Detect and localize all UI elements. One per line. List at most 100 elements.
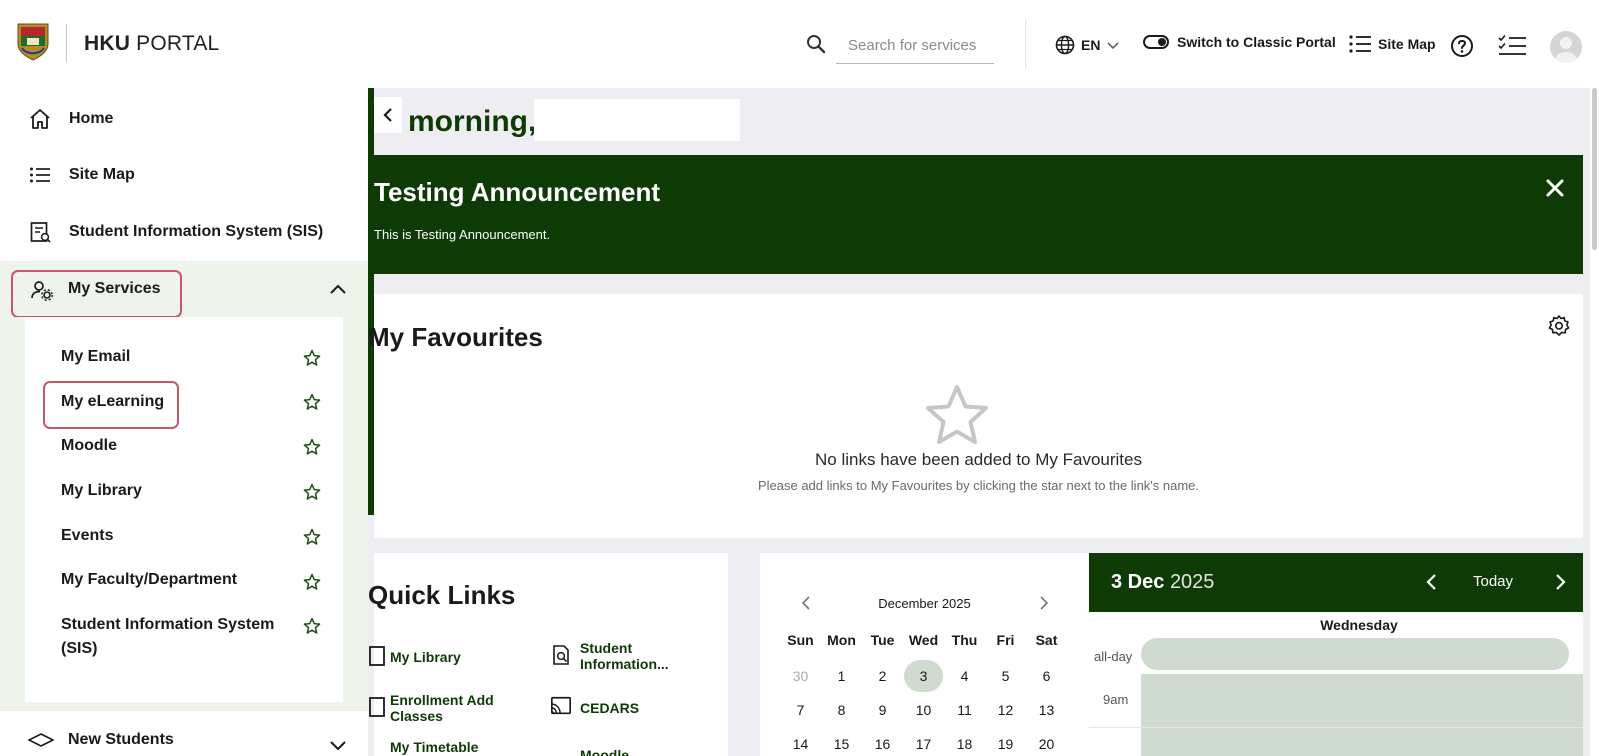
calendar-week: 14 15 16 17 18 19 20 <box>780 727 1070 756</box>
star-icon[interactable] <box>303 483 321 501</box>
close-icon[interactable] <box>1544 177 1566 199</box>
list-icon <box>30 167 50 183</box>
switch-classic-portal[interactable]: Switch to Classic Portal <box>1143 34 1336 50</box>
chevron-up-icon[interactable] <box>328 280 348 300</box>
star-icon[interactable] <box>303 393 321 411</box>
chevron-right-icon[interactable] <box>1551 573 1569 591</box>
header-divider <box>1025 20 1026 68</box>
calendar-day[interactable]: 11 <box>944 702 985 718</box>
calendar-day[interactable]: 13 <box>1026 702 1067 718</box>
calendar-week: 7 8 9 10 11 12 13 <box>780 693 1070 727</box>
portal-brand[interactable]: HKU PORTAL <box>84 32 219 56</box>
calendar-day[interactable]: 10 <box>903 702 944 718</box>
calendar-day[interactable]: 15 <box>821 736 862 752</box>
favourites-empty-title: No links have been added to My Favourite… <box>815 450 1142 469</box>
all-day-slot[interactable] <box>1141 638 1569 670</box>
sidebar-item-home[interactable]: Home <box>0 91 368 147</box>
calendar-day[interactable]: 17 <box>903 736 944 752</box>
user-gear-icon <box>31 281 53 301</box>
weekday-label: Fri <box>996 632 1015 648</box>
time-slot[interactable] <box>1141 674 1583 756</box>
star-icon[interactable] <box>303 617 321 635</box>
quick-link-student-information[interactable]: Student Information... <box>580 640 700 672</box>
logo-divider <box>66 24 67 62</box>
star-icon[interactable] <box>303 349 321 367</box>
calendar-day[interactable]: 4 <box>944 668 985 684</box>
calendar-day[interactable]: 8 <box>821 702 862 718</box>
sidebar-item-new-students[interactable]: New Students <box>0 710 368 756</box>
help-icon[interactable] <box>1450 34 1474 58</box>
today-button[interactable]: Today <box>1473 573 1513 590</box>
calendar-day[interactable]: 20 <box>1026 736 1067 752</box>
submenu-item-moodle[interactable]: Moodle <box>61 434 281 458</box>
checklist-icon[interactable] <box>1497 34 1527 58</box>
search-icon[interactable] <box>806 34 826 54</box>
all-day-label: all-day <box>1094 649 1133 664</box>
quick-link-moodle[interactable]: Moodle <box>580 747 629 756</box>
collapse-sidebar-button[interactable] <box>374 97 402 133</box>
sidebar-item-site-map[interactable]: Site Map <box>0 147 368 203</box>
calendar-day[interactable]: 9 <box>862 702 903 718</box>
submenu-item-my-email[interactable]: My Email <box>61 345 281 369</box>
gear-icon[interactable] <box>1547 314 1571 338</box>
calendar-day[interactable]: 6 <box>1026 668 1067 684</box>
language-selector[interactable]: EN <box>1055 34 1120 56</box>
page-scrollbar[interactable] <box>1590 88 1599 756</box>
weekday-label: Sat <box>1035 632 1058 648</box>
header-site-map[interactable]: Site Map <box>1348 34 1436 54</box>
toggle-icon[interactable] <box>1143 35 1169 49</box>
scrollbar-thumb[interactable] <box>1592 88 1597 250</box>
chevron-down-icon[interactable] <box>328 735 348 755</box>
chevron-left-icon[interactable] <box>1423 573 1441 591</box>
quick-link-my-library[interactable]: My Library <box>390 649 461 665</box>
document-icon <box>30 222 51 243</box>
favourites-panel: My Favourites No links have been added t… <box>368 294 1583 538</box>
top-header: HKU PORTAL EN Switch to Classic Portal S… <box>0 0 1599 88</box>
day-view-header: 3 Dec 2025 Today <box>1089 553 1583 612</box>
search-input[interactable] <box>836 28 994 64</box>
sitemap-label: Site Map <box>1378 36 1436 52</box>
chevron-down-icon <box>1107 42 1120 50</box>
sidebar-item-sis[interactable]: Student Information System (SIS) <box>0 204 368 260</box>
calendar-day[interactable]: 2 <box>862 668 903 684</box>
calendar-day[interactable]: 16 <box>862 736 903 752</box>
calendar-day[interactable]: 7 <box>780 702 821 718</box>
submenu-item-events[interactable]: Events <box>61 524 281 548</box>
calendar-day[interactable]: 18 <box>944 736 985 752</box>
weekday-label: Mon <box>827 632 856 648</box>
submenu-item-my-elearning[interactable]: My eLearning <box>61 390 281 414</box>
quick-link-enrollment[interactable]: Enrollment Add Classes <box>390 692 530 724</box>
weekday-label: Sun <box>787 632 814 648</box>
calendar-day[interactable]: 19 <box>985 736 1026 752</box>
quick-link-cedars[interactable]: CEDARS <box>580 700 639 716</box>
calendar-day[interactable]: 12 <box>985 702 1026 718</box>
calendar-day[interactable]: 1 <box>821 668 862 684</box>
cast-icon <box>551 696 571 715</box>
calendar-day[interactable]: 30 <box>780 668 821 684</box>
hku-logo-icon[interactable] <box>16 22 50 62</box>
calendar-week: 30 1 2 3 4 5 6 <box>780 659 1070 693</box>
sidebar-item-my-services[interactable]: My Services <box>0 261 368 318</box>
calendar-day-selected[interactable]: 3 <box>903 660 944 692</box>
favourites-empty-hint: Please add links to My Favourites by cli… <box>757 478 1200 493</box>
announcement-banner: Testing Announcement This is Testing Ann… <box>374 155 1583 274</box>
submenu-item-my-library[interactable]: My Library <box>61 479 281 503</box>
star-icon[interactable] <box>303 528 321 546</box>
calendar-day[interactable]: 5 <box>985 668 1026 684</box>
star-icon[interactable] <box>303 438 321 456</box>
empty-star-icon <box>926 385 988 444</box>
quick-link-my-timetable[interactable]: My Timetable <box>390 739 478 755</box>
avatar[interactable] <box>1550 31 1582 63</box>
calendar-day[interactable]: 14 <box>780 736 821 752</box>
sidebar-item-label: Student Information System (SIS) <box>69 223 324 240</box>
chevron-right-icon[interactable] <box>1036 595 1052 611</box>
classic-label: Switch to Classic Portal <box>1177 34 1336 50</box>
mini-calendar: December 2025 Sun Mon Tue Wed Thu Fri Sa… <box>760 553 1089 756</box>
graduation-cap-icon <box>28 733 54 747</box>
submenu-item-sis[interactable]: Student Information System (SIS) <box>61 613 281 661</box>
day-view-weekday: Wednesday <box>1320 617 1398 633</box>
user-name-redacted <box>534 99 740 141</box>
submenu-item-my-faculty[interactable]: My Faculty/Department <box>61 568 281 592</box>
announcement-title: Testing Announcement <box>374 177 660 207</box>
star-icon[interactable] <box>303 573 321 591</box>
